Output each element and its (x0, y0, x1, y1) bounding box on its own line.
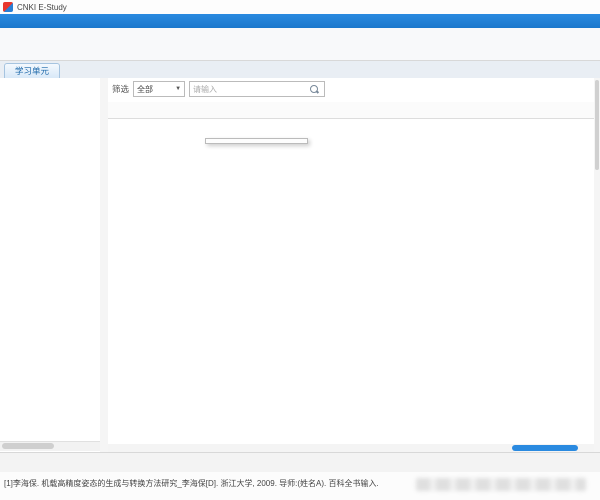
menu-bar (0, 14, 600, 28)
sidebar-tree (0, 78, 101, 452)
filter-dropdown-value: 全部 (137, 84, 153, 95)
citation-text: [1]李海保. 机载高精度姿态的生成与转换方法研究_李海保[D]. 浙江大学, … (4, 479, 379, 488)
search-input[interactable]: 请输入 (189, 81, 325, 97)
app-window: CNKI E-Study 学习单元 筛选 全部 ▼ 请输入 (0, 0, 600, 500)
filter-row: 筛选 全部 ▼ 请输入 (108, 78, 600, 100)
blurred-watermark (416, 478, 586, 491)
sidebar-horizontal-scrollbar[interactable] (0, 441, 100, 451)
detail-tab-bar (0, 452, 600, 472)
tab-learning-unit[interactable]: 学习单元 (4, 63, 60, 79)
table-body (108, 118, 600, 444)
table-horizontal-scrollbar[interactable] (108, 444, 594, 452)
status-bar: [1]李海保. 机载高精度姿态的生成与转换方法研究_李海保[D]. 浙江大学, … (0, 472, 600, 500)
document-list-panel: 筛选 全部 ▼ 请输入 (108, 78, 600, 452)
scrollbar-thumb[interactable] (2, 443, 54, 449)
search-placeholder: 请输入 (193, 84, 217, 95)
chevron-down-icon: ▼ (175, 86, 181, 92)
scrollbar-thumb[interactable] (595, 80, 599, 170)
unit-tab-strip: 学习单元 (0, 61, 600, 79)
table-vertical-scrollbar[interactable] (594, 78, 600, 452)
table-header (108, 102, 600, 119)
app-logo-icon (3, 2, 13, 12)
scrollbar-thumb[interactable] (512, 445, 578, 451)
toolbar (0, 28, 600, 61)
search-icon[interactable] (310, 85, 318, 93)
filter-dropdown[interactable]: 全部 ▼ (133, 81, 185, 97)
filter-label: 筛选 (112, 83, 129, 95)
app-title: CNKI E-Study (17, 3, 67, 12)
context-menu (205, 138, 308, 144)
title-bar: CNKI E-Study (0, 0, 600, 15)
